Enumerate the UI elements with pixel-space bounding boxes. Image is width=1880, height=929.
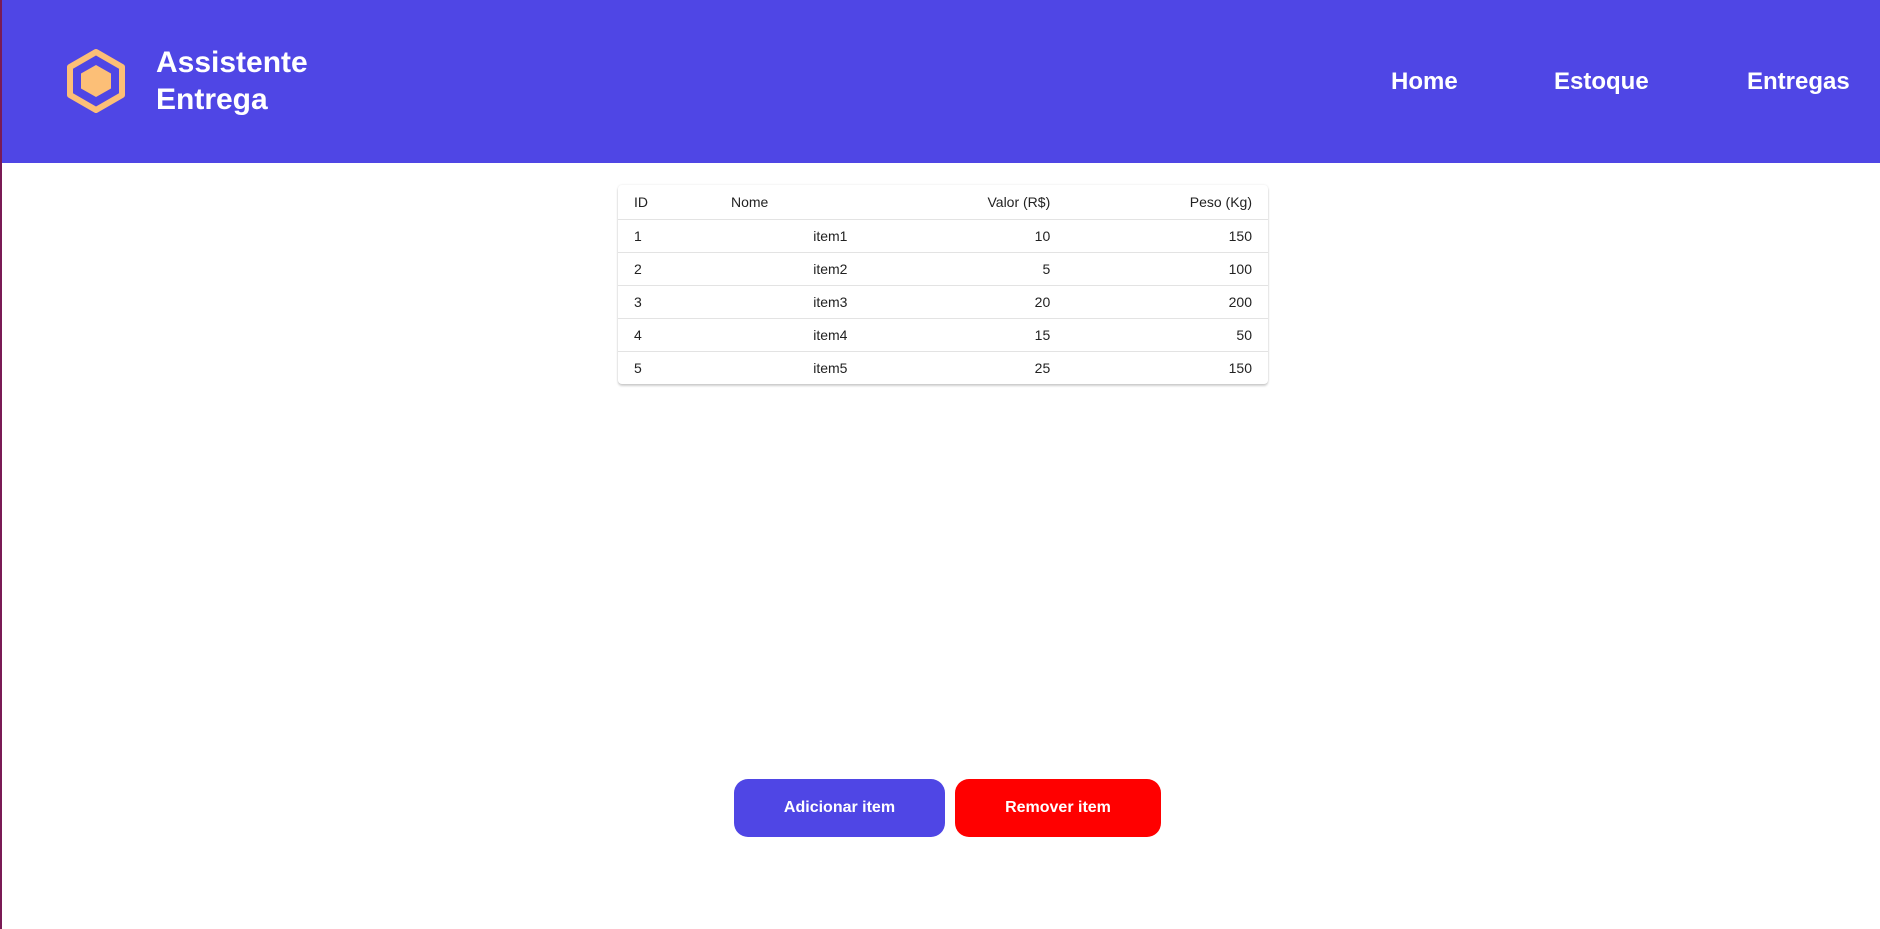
- cell-valor: 10: [863, 219, 1067, 253]
- top-header: Assistente Entrega Home Estoque Entregas: [2, 0, 1880, 163]
- column-header-id[interactable]: ID: [618, 185, 715, 220]
- cell-id: 1: [618, 219, 715, 253]
- table-row[interactable]: 3 item3 20 200: [618, 285, 1268, 319]
- cell-nome: item5: [813, 360, 848, 376]
- page: Assistente Entrega Home Estoque Entregas…: [0, 0, 1880, 929]
- cell-peso: 150: [1228, 360, 1252, 376]
- cell-valor: 20: [863, 285, 1067, 319]
- cell-nome: item1: [715, 219, 864, 253]
- nav-estoque[interactable]: Estoque: [1554, 64, 1649, 100]
- main-nav: Home Estoque Entregas: [2, 64, 1880, 100]
- inventory-table-card: ID Nome Valor (R$) Peso (Kg) 1 item1 10 …: [618, 185, 1268, 384]
- table-row[interactable]: 5 item5 25 150: [618, 352, 1268, 385]
- cell-id: 5: [634, 360, 642, 376]
- table-row[interactable]: 4 item4 15 50: [618, 318, 1268, 352]
- nav-entregas[interactable]: Entregas: [1747, 64, 1850, 100]
- cell-valor: 5: [863, 252, 1067, 286]
- nav-home[interactable]: Home: [1391, 64, 1458, 100]
- column-header-nome[interactable]: Nome: [715, 185, 864, 220]
- cell-peso: 100: [1066, 252, 1268, 286]
- cell-id: 3: [618, 285, 715, 319]
- cell-peso: 150: [1066, 219, 1268, 253]
- cell-valor: 15: [863, 318, 1067, 352]
- add-item-button[interactable]: Adicionar item: [734, 779, 945, 837]
- cell-nome: item2: [715, 252, 864, 286]
- cell-id: 4: [618, 318, 715, 352]
- cell-id: 2: [618, 252, 715, 286]
- cell-nome: item3: [715, 285, 864, 319]
- inventory-table: ID Nome Valor (R$) Peso (Kg) 1 item1 10 …: [618, 185, 1268, 384]
- cell-nome: item4: [715, 318, 864, 352]
- cell-peso: 50: [1066, 318, 1268, 352]
- remove-item-button[interactable]: Remover item: [955, 779, 1161, 837]
- table-row[interactable]: 1 item1 10 150: [618, 219, 1268, 253]
- column-header-peso[interactable]: Peso (Kg): [1066, 185, 1268, 220]
- cell-peso: 200: [1066, 285, 1268, 319]
- cell-valor: 25: [1034, 360, 1051, 376]
- column-header-valor[interactable]: Valor (R$): [863, 185, 1067, 220]
- table-row[interactable]: 2 item2 5 100: [618, 252, 1268, 286]
- table-header-row: ID Nome Valor (R$) Peso (Kg): [618, 185, 1268, 220]
